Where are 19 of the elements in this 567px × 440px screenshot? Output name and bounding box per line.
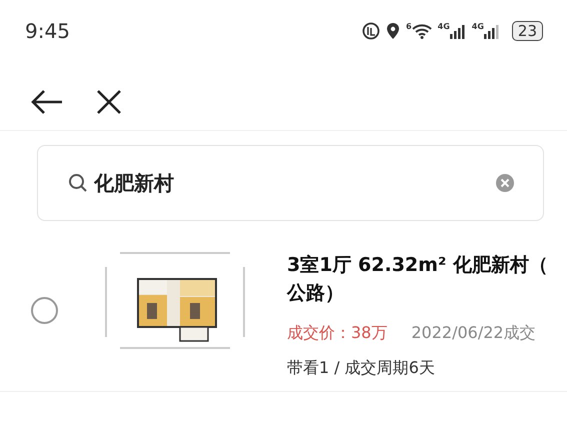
battery-level: 23 (512, 21, 543, 41)
network-type: 4G (472, 23, 484, 31)
clear-button[interactable] (495, 173, 515, 193)
clock-time: 9:45 (25, 19, 70, 43)
wifi-icon (412, 23, 432, 39)
search-icon (68, 173, 88, 193)
wifi-standard-label: 6 (406, 23, 412, 31)
deal-date: 2022/06/22成交 (411, 323, 536, 344)
deal-price: 成交价：38万 (287, 323, 388, 344)
back-arrow-icon (30, 89, 64, 115)
signal-icon (484, 23, 500, 39)
radio-button[interactable] (31, 297, 58, 324)
network-type: 4G (438, 23, 450, 31)
signal-icon (450, 23, 466, 39)
clear-icon (495, 173, 515, 193)
location-pin-icon (386, 22, 400, 40)
listing-title[interactable]: 3室1厅 62.32m² 化肥新村（ 公路） (287, 251, 548, 307)
viewing-stats: 带看1 / 成交周期6天 (287, 358, 436, 379)
close-icon (96, 89, 122, 115)
